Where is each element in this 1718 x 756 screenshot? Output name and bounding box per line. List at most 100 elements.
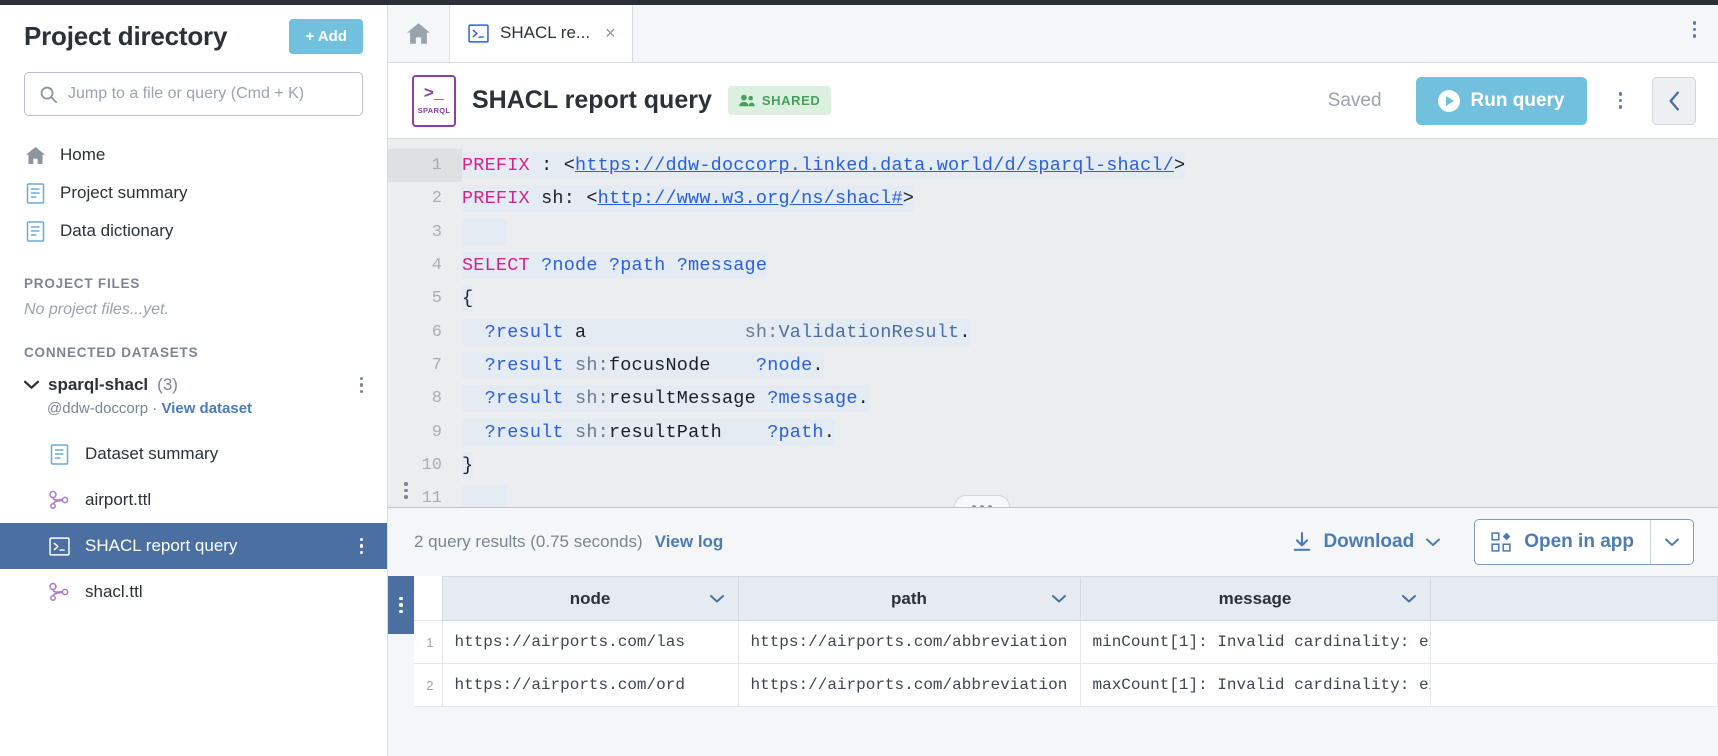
cell-path[interactable]: https://airports.com/abbreviation (737, 663, 1081, 707)
search-box[interactable] (24, 72, 363, 116)
home-icon (24, 144, 46, 166)
table-row[interactable]: 1 https://airports.com/las https://airport… (414, 620, 1718, 664)
project-files-heading: PROJECT FILES (24, 276, 141, 291)
code-text: { (462, 285, 474, 313)
results-side-kebab[interactable] (388, 576, 414, 634)
view-log-link[interactable]: View log (655, 532, 724, 552)
editor-options-kebab-icon[interactable] (404, 482, 408, 499)
code-text: ?result sh:focusNode ?node. (462, 351, 824, 379)
dataset-row-left: sparql-shacl (3) (24, 375, 178, 395)
code-line[interactable]: 4 SELECT ?node ?path ?message (388, 249, 1718, 282)
dataset-owner: @ddw-doccorp (47, 400, 149, 417)
document-icon (47, 443, 71, 465)
code-line[interactable]: 9 ?result sh:resultPath ?path. (388, 415, 1718, 448)
code-text (462, 218, 508, 246)
cell-node[interactable]: https://airports.com/las (441, 620, 739, 664)
view-dataset-link[interactable]: View dataset (161, 400, 252, 417)
dataset-file-label: SHACL report query (85, 536, 238, 555)
sparql-code-editor[interactable]: 1 PREFIX : <https://ddw-doccorp.linked.da… (388, 139, 1718, 507)
column-header-spare (1429, 576, 1718, 621)
column-header-message[interactable]: message (1079, 576, 1431, 621)
dataset-file-airport-ttl[interactable]: airport.ttl (0, 477, 387, 523)
dataset-file-list: Dataset summary airport.ttl SHACL report… (0, 431, 387, 615)
sidebar-item-data-dictionary[interactable]: Data dictionary (0, 212, 387, 250)
code-line[interactable]: 1 PREFIX : <https://ddw-doccorp.linked.da… (388, 149, 1718, 183)
chevron-down-icon[interactable] (709, 594, 724, 603)
code-line[interactable]: 11 (388, 482, 1718, 507)
document-icon (24, 182, 46, 204)
chevron-down-icon (1426, 538, 1441, 547)
saved-status: Saved (1327, 89, 1382, 111)
column-header-path[interactable]: path (737, 576, 1081, 621)
tab-shacl-report-query[interactable]: SHACL re... × (450, 4, 633, 62)
chevron-left-icon (1668, 91, 1681, 111)
code-line[interactable]: 2 PREFIX sh: <http://www.w3.org/ns/shacl#… (388, 182, 1718, 215)
results-count: 2 query results (0.75 seconds) (414, 532, 643, 551)
results-toolbar: 2 query results (0.75 seconds) View log … (388, 508, 1718, 576)
cell-node[interactable]: https://airports.com/ord (441, 663, 739, 707)
chevron-down-icon[interactable] (24, 380, 39, 390)
search-input[interactable] (68, 85, 348, 103)
shared-label: SHARED (761, 93, 821, 108)
add-button[interactable]: + Add (289, 19, 363, 54)
table-row[interactable]: 2 https://airports.com/ord https://airport… (414, 663, 1718, 707)
open-in-app-main[interactable]: Open in app (1475, 531, 1650, 553)
chevron-down-icon[interactable] (1650, 520, 1693, 564)
sidebar-header: Project directory + Add (0, 5, 387, 54)
dataset-row-sparql-shacl[interactable]: sparql-shacl (3) (0, 372, 387, 398)
sidebar-nav: Home Project summary Data dictionary (0, 136, 387, 250)
play-icon (1437, 89, 1460, 112)
code-text: SELECT ?node ?path ?message (462, 252, 768, 280)
code-line[interactable]: 6 ?result a sh:ValidationResult. (388, 315, 1718, 348)
tab-home[interactable] (388, 4, 450, 62)
dataset-count: (3) (157, 375, 178, 394)
line-number: 7 (431, 355, 442, 375)
close-icon[interactable]: × (605, 24, 616, 42)
file-options-kebab-icon[interactable] (359, 537, 363, 555)
dataset-file-label: shacl.ttl (85, 582, 143, 601)
line-number: 1 (388, 149, 462, 183)
code-line[interactable]: 5{ (388, 282, 1718, 315)
code-line[interactable]: 7 ?result sh:focusNode ?node. (388, 349, 1718, 382)
code-text: PREFIX : <https://ddw-doccorp.linked.dat… (462, 152, 1186, 180)
query-title: SHACL report query (472, 86, 712, 114)
code-text: ?result sh:resultMessage ?message. (462, 385, 869, 413)
results-table-body: 1 https://airports.com/las https://airport… (414, 620, 1718, 707)
panel-resize-handle[interactable] (954, 495, 1010, 507)
tabbar-options-kebab-icon[interactable] (1692, 21, 1696, 38)
sidebar-item-home[interactable]: Home (0, 136, 387, 174)
column-header-node[interactable]: node (441, 576, 739, 621)
download-icon (1293, 532, 1311, 552)
dataset-options-kebab-icon[interactable] (359, 376, 363, 394)
sidebar-item-project-summary[interactable]: Project summary (0, 174, 387, 212)
dataset-file-dataset-summary[interactable]: Dataset summary (0, 431, 387, 477)
chevron-down-icon[interactable] (1051, 594, 1066, 603)
query-header: >_ SPARQL SHACL report query SHARED Save… (388, 63, 1718, 139)
run-query-button[interactable]: Run query (1415, 76, 1587, 125)
line-number: 11 (421, 489, 442, 507)
dataset-file-shacl-ttl[interactable]: shacl.ttl (0, 569, 387, 615)
graph-icon (47, 582, 71, 602)
graph-icon (47, 490, 71, 510)
cell-message[interactable]: maxCount[1]: Invalid cardinality: exp (1079, 663, 1431, 707)
cell-spare[interactable] (1429, 620, 1718, 664)
sidebar-item-label: Project summary (60, 183, 188, 202)
cell-message[interactable]: minCount[1]: Invalid cardinality: exp (1079, 620, 1431, 664)
cell-path[interactable]: https://airports.com/abbreviation (737, 620, 1081, 664)
code-line[interactable]: 8 ?result sh:resultMessage ?message. (388, 382, 1718, 415)
open-in-app-button[interactable]: Open in app (1474, 519, 1694, 565)
code-text: ?result a sh:ValidationResult. (462, 318, 971, 346)
dataset-file-label: airport.ttl (85, 490, 152, 509)
tab-bar: SHACL re... × (388, 4, 1718, 63)
code-line[interactable]: 10} (388, 449, 1718, 482)
code-text (462, 485, 508, 507)
cell-spare[interactable] (1429, 663, 1718, 707)
download-button[interactable]: Download (1293, 531, 1441, 553)
line-number: 6 (431, 322, 442, 342)
collapse-panel-button[interactable] (1652, 76, 1696, 125)
dataset-file-shacl-report-query[interactable]: SHACL report query (0, 523, 387, 569)
chevron-down-icon[interactable] (1401, 594, 1416, 603)
project-sidebar: Project directory + Add Home (0, 0, 388, 756)
code-line[interactable]: 3 (388, 216, 1718, 249)
query-options-kebab-icon[interactable] (1618, 92, 1622, 109)
